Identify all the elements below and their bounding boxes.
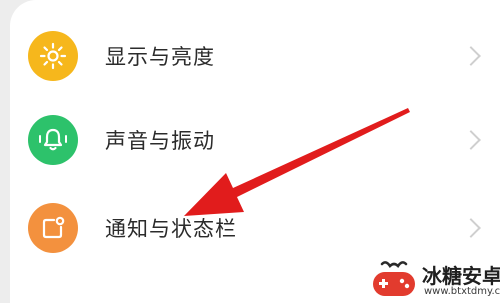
watermark-url: www.btxtdmy.com [424, 286, 500, 297]
watermark-title: 冰糖安卓网 [422, 264, 500, 288]
chevron-right-icon [461, 130, 481, 150]
chevron-right-icon [461, 218, 481, 238]
settings-item-label: 通知与状态栏 [105, 217, 237, 241]
watermark: 冰糖安卓网 www.btxtdmy.com [358, 254, 500, 303]
settings-item-label: 声音与振动 [105, 129, 215, 153]
settings-item-label: 显示与亮度 [105, 45, 215, 69]
settings-item-sound[interactable]: 声音与振动 [10, 97, 500, 183]
sun-icon [28, 31, 78, 81]
settings-item-display[interactable]: 显示与亮度 [10, 13, 500, 99]
chevron-right-icon [461, 46, 481, 66]
gamepad-logo-icon [373, 261, 415, 296]
notification-icon [28, 203, 78, 253]
bell-icon [28, 115, 78, 165]
